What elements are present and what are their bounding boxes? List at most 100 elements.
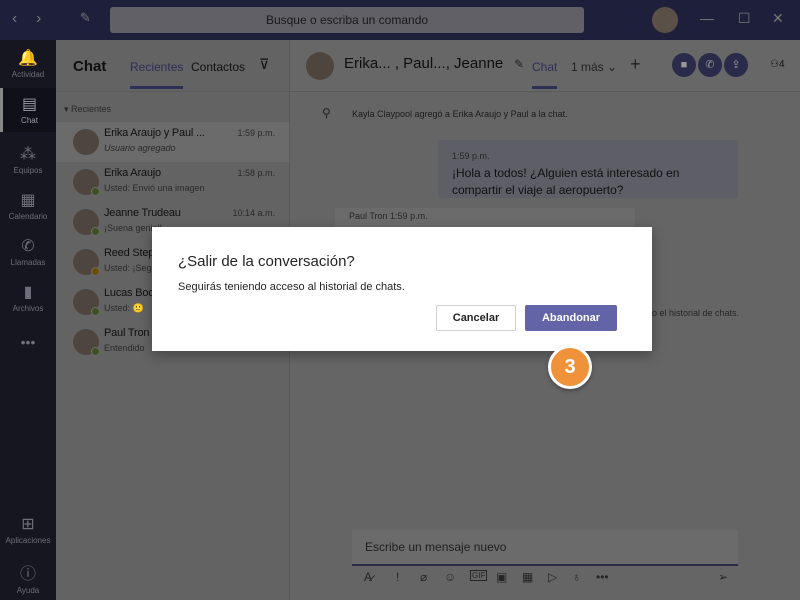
apps-icon: ⊞ xyxy=(21,516,35,533)
chat-name: Paul Tron xyxy=(104,327,150,339)
participants-button[interactable]: ⚇4 xyxy=(770,59,785,70)
file-icon: ▮ xyxy=(23,284,33,301)
rail-label: Chat xyxy=(21,116,38,125)
tab-contactos[interactable]: Contactos xyxy=(191,60,245,74)
dialog-body: Seguirás teniendo acceso al historial de… xyxy=(178,281,405,293)
message-text: ¡Hola a todos! ¿Alguien está interesado … xyxy=(452,166,680,197)
status-badge xyxy=(91,267,100,276)
status-badge xyxy=(91,307,100,316)
conversation-title: Erika... , Paul..., Jeanne xyxy=(344,55,504,72)
phone-icon: ✆ xyxy=(21,238,35,255)
chat-name: Reed Step xyxy=(104,247,155,259)
share-screen-button[interactable]: ⇪ xyxy=(724,53,748,77)
sticker-icon[interactable]: ▣ xyxy=(496,570,507,584)
status-badge xyxy=(91,187,100,196)
system-message: Kayla Claypool agregó a Erika Araujo y P… xyxy=(352,109,568,119)
compose-icon[interactable]: ✎ xyxy=(80,10,91,26)
forward-icon[interactable]: › xyxy=(36,10,41,28)
filter-icon[interactable]: ⊽ xyxy=(259,56,269,73)
chat-time: 1:58 p.m. xyxy=(237,168,275,178)
compose-toolbar: A̷ ! ⌀ ☺ GIF ▣ ▦ ▷ ♁ ••• ➢ xyxy=(352,570,738,590)
calendar-icon: ▦ xyxy=(20,192,36,209)
message-time: 1:59 p.m. xyxy=(390,211,428,221)
back-icon[interactable]: ‹ xyxy=(12,10,17,28)
step-badge: 3 xyxy=(548,337,592,389)
chat-time: 10:14 a.m. xyxy=(232,208,275,218)
schedule-meeting-icon[interactable]: ▦ xyxy=(522,570,533,584)
chat-time: 1:59 p.m. xyxy=(237,128,275,138)
rail-item-aplicaciones[interactable]: ⊞ Aplicaciones xyxy=(0,514,56,545)
page-title: Chat xyxy=(73,58,107,75)
section-header[interactable]: ▾ Recientes xyxy=(56,92,289,122)
chat-preview: Usted: 🙂 xyxy=(104,303,144,313)
bell-icon: 🔔 xyxy=(18,50,38,67)
message-bubble: 1:59 p.m. ¡Hola a todos! ¿Alguien está in… xyxy=(438,140,738,198)
avatar xyxy=(73,129,99,155)
message-input[interactable]: Escribe un mensaje nuevo xyxy=(352,530,738,566)
message-time: 1:59 p.m. xyxy=(452,151,490,161)
send-icon[interactable]: ➢ xyxy=(718,570,728,584)
tab-chat[interactable]: Chat xyxy=(532,60,558,89)
group-avatar xyxy=(306,52,334,80)
dialog-title: ¿Salir de la conversación? xyxy=(178,253,355,270)
avatar[interactable] xyxy=(652,7,678,33)
chat-name: Erika Araujo y Paul ... xyxy=(104,127,205,139)
format-icon[interactable]: A̷ xyxy=(364,570,372,584)
leave-button[interactable]: Abandonar xyxy=(525,305,617,331)
chat-name: Erika Araujo xyxy=(104,167,161,179)
section-label: Recientes xyxy=(71,104,112,114)
rail-item-actividad[interactable]: 🔔 Actividad xyxy=(0,48,56,88)
minimize-icon[interactable]: — xyxy=(700,10,714,26)
gif-icon[interactable]: GIF xyxy=(470,570,488,581)
leave-conversation-dialog: ¿Salir de la conversación? Seguirás teni… xyxy=(152,227,652,351)
chat-preview: Usuario agregado xyxy=(104,143,176,153)
emoji-icon[interactable]: ☺ xyxy=(444,570,456,584)
tab-recientes[interactable]: Recientes xyxy=(130,60,184,89)
video-call-button[interactable]: ■ xyxy=(672,53,696,77)
add-tab-icon[interactable]: + xyxy=(630,54,641,75)
rail-item-ayuda[interactable]: ⓘ Ayuda xyxy=(0,560,56,595)
maximize-icon[interactable]: ☐ xyxy=(738,10,751,27)
close-icon[interactable]: ✕ xyxy=(772,10,784,27)
rail-label: Ayuda xyxy=(16,586,40,595)
rail-item-equipos[interactable]: ⁂ Equipos xyxy=(0,144,56,175)
search-input[interactable]: Busque o escriba un comando xyxy=(110,7,584,33)
audio-call-button[interactable]: ✆ xyxy=(698,53,722,77)
cancel-button[interactable]: Cancelar xyxy=(436,305,516,331)
important-icon[interactable]: ! xyxy=(396,570,399,584)
rail-label: Actividad xyxy=(11,70,45,79)
more-apps-icon[interactable]: ••• xyxy=(0,334,56,350)
attach-icon[interactable]: ⌀ xyxy=(420,570,427,584)
more-tabs-dropdown[interactable]: 1 más ⌄ xyxy=(571,60,617,74)
message-author: Paul Tron xyxy=(349,211,388,221)
chat-preview: Usted: Envió una imagen xyxy=(104,183,205,193)
chat-name: Lucas Boo xyxy=(104,287,155,299)
rail-item-calendario[interactable]: ▦ Calendario xyxy=(0,190,56,221)
add-person-icon: ⚲ xyxy=(322,106,331,120)
list-item[interactable]: Erika Araujo y Paul ... 1:59 p.m. Usuario … xyxy=(56,122,289,162)
participants-count: 4 xyxy=(778,59,785,70)
chat-name: Jeanne Trudeau xyxy=(104,207,181,219)
title-bar: ‹ › ✎ Busque o escriba un comando — ☐ ✕ xyxy=(0,0,800,40)
rail-label: Archivos xyxy=(12,304,44,313)
praise-icon[interactable]: ♁ xyxy=(572,570,581,584)
teams-icon: ⁂ xyxy=(20,146,36,163)
status-badge xyxy=(91,347,100,356)
more-tabs-label: 1 más xyxy=(571,60,604,74)
rail-label: Calendario xyxy=(8,212,48,221)
list-item[interactable]: Erika Araujo 1:58 p.m. Usted: Envió una im… xyxy=(56,162,289,202)
rail-label: Equipos xyxy=(13,166,43,175)
rail-item-archivos[interactable]: ▮ Archivos xyxy=(0,282,56,313)
help-icon: ⓘ xyxy=(19,566,36,583)
rail-item-llamadas[interactable]: ✆ Llamadas xyxy=(0,236,56,267)
rail-item-chat[interactable]: ▤ Chat xyxy=(0,88,56,132)
chat-icon: ▤ xyxy=(21,96,38,113)
status-badge xyxy=(91,227,100,236)
more-options-icon[interactable]: ••• xyxy=(596,570,609,584)
chat-preview: Entendido xyxy=(104,343,145,353)
rail-label: Llamadas xyxy=(10,258,46,267)
edit-icon[interactable]: ✎ xyxy=(514,57,524,71)
stream-icon[interactable]: ▷ xyxy=(548,570,557,584)
message-text: o el historial de chats. xyxy=(652,308,740,318)
chat-preview: Usted: ¡Seg xyxy=(104,263,152,273)
